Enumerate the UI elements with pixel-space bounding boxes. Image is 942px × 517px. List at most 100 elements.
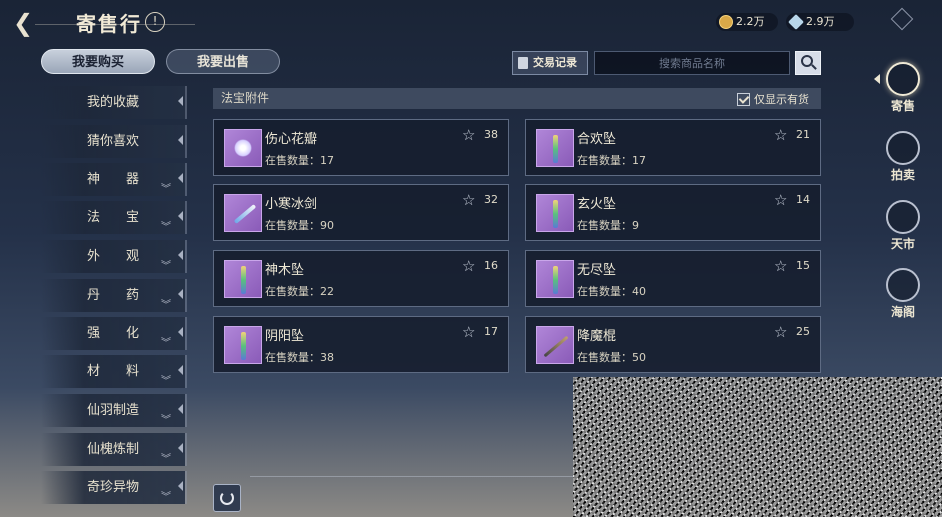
sidebar-item-label: 材 料	[87, 364, 140, 379]
sword-icon	[233, 204, 257, 224]
star-icon[interactable]: ☆	[774, 126, 787, 144]
pointer-icon	[178, 250, 183, 260]
favorite-count: 16	[484, 259, 498, 272]
item-thumbnail	[224, 260, 262, 298]
divider	[250, 476, 580, 477]
sidebar-item-enhance[interactable]: 强 化 ︾	[41, 317, 187, 350]
pendant-icon	[241, 266, 246, 294]
item-thumbnail	[536, 260, 574, 298]
pointer-icon	[178, 404, 183, 414]
star-icon[interactable]: ☆	[462, 126, 475, 144]
search-button[interactable]	[795, 51, 821, 75]
sidebar-item-appearance[interactable]: 外 观 ︾	[41, 240, 187, 273]
nav-sky-market[interactable]: 天市	[883, 200, 923, 252]
item-card[interactable]: 神木坠 在售数量：22 ☆ 16	[213, 250, 509, 307]
rabbit-emblem-icon	[886, 62, 920, 96]
gold-coin-icon	[719, 15, 733, 29]
item-qty: 在售数量：90	[265, 219, 334, 232]
item-qty: 在售数量：50	[577, 351, 646, 364]
trade-log-button[interactable]: 交易记录	[512, 51, 588, 75]
favorite-count: 38	[484, 128, 498, 141]
item-name: 玄火坠	[577, 197, 617, 212]
sidebar-item-treasures[interactable]: 法 宝 ︾	[41, 201, 187, 234]
item-qty: 在售数量：22	[265, 285, 334, 298]
page-title: 寄售行	[76, 12, 142, 36]
pointer-icon	[178, 211, 183, 221]
sidebar-item-artifacts[interactable]: 神 器 ︾	[41, 163, 187, 196]
pointer-icon	[178, 365, 183, 375]
star-icon[interactable]: ☆	[774, 191, 787, 209]
star-icon[interactable]: ☆	[774, 257, 787, 275]
item-name: 合欢坠	[577, 132, 617, 147]
sidebar-item-label: 仙羽制造	[87, 403, 140, 418]
gold-currency: 2.2万	[716, 13, 778, 31]
star-icon[interactable]: ☆	[462, 191, 475, 209]
pointer-icon	[178, 173, 183, 183]
section-header: 法宝附件	[213, 88, 821, 109]
flower-petal-icon	[234, 139, 252, 157]
sidebar-item-refining[interactable]: 仙槐炼制 ︾	[41, 433, 187, 466]
item-thumbnail	[224, 326, 262, 364]
item-card[interactable]: 降魔棍 在售数量：50 ☆ 25	[525, 316, 821, 373]
item-thumbnail	[224, 194, 262, 232]
gem-currency-value: 2.9万	[806, 15, 835, 28]
stock-only-toggle[interactable]: 仅显示有货	[737, 91, 809, 107]
pointer-icon	[178, 96, 183, 106]
nav-consignment[interactable]: 寄售	[874, 62, 923, 114]
favorite-count: 14	[796, 193, 810, 206]
pointer-icon	[178, 481, 183, 491]
item-card[interactable]: 阴阳坠 在售数量：38 ☆ 17	[213, 316, 509, 373]
item-name: 伤心花瓣	[265, 132, 318, 147]
sidebar-item-label: 丹 药	[87, 288, 140, 303]
item-name: 神木坠	[265, 263, 305, 278]
refresh-button[interactable]	[213, 484, 241, 512]
market-emblem-icon	[886, 200, 920, 234]
favorite-count: 15	[796, 259, 810, 272]
item-qty: 在售数量：17	[577, 154, 646, 167]
item-card[interactable]: 伤心花瓣 在售数量：17 ☆ 38	[213, 119, 509, 176]
sidebar-item-rare-items[interactable]: 奇珍异物 ︾	[41, 471, 187, 504]
info-icon[interactable]: !	[145, 12, 165, 32]
star-icon[interactable]: ☆	[462, 257, 475, 275]
sidebar-item-wing-crafting[interactable]: 仙羽制造 ︾	[41, 394, 187, 427]
star-icon[interactable]: ☆	[774, 323, 787, 341]
sidebar-item-label: 我的收藏	[87, 95, 140, 110]
tab-sell[interactable]: 我要出售	[166, 49, 280, 74]
sidebar-item-materials[interactable]: 材 料 ︾	[41, 355, 187, 388]
item-thumbnail	[224, 129, 262, 167]
search-input[interactable]	[594, 51, 790, 75]
item-card[interactable]: 无尽坠 在售数量：40 ☆ 15	[525, 250, 821, 307]
sidebar-item-label: 法 宝	[87, 210, 140, 225]
favorite-count: 21	[796, 128, 810, 141]
back-arrow-icon: ❮	[12, 9, 34, 37]
nav-sea-pavilion[interactable]: 海阁	[883, 268, 923, 320]
star-icon[interactable]: ☆	[462, 323, 475, 341]
item-card[interactable]: 小寒冰剑 在售数量：90 ☆ 32	[213, 184, 509, 241]
gem-icon	[788, 14, 804, 30]
nav-label: 天市	[890, 237, 915, 251]
pendant-icon	[553, 200, 558, 228]
obscured-overlay	[573, 377, 942, 517]
nav-auction[interactable]: 拍卖	[883, 131, 923, 183]
tab-buy[interactable]: 我要购买	[41, 49, 155, 74]
sidebar-item-favorites[interactable]: 我的收藏	[41, 86, 187, 119]
favorite-count: 32	[484, 193, 498, 206]
active-pointer-icon	[874, 74, 880, 84]
pendant-icon	[553, 266, 558, 294]
item-name: 小寒冰剑	[265, 197, 318, 212]
item-name: 无尽坠	[577, 263, 617, 278]
item-thumbnail	[536, 326, 574, 364]
menu-diamond-icon[interactable]	[890, 7, 914, 31]
sidebar-item-recommended[interactable]: 猜你喜欢	[41, 125, 187, 158]
back-button[interactable]: ❮	[8, 8, 38, 38]
pointer-icon	[178, 289, 183, 299]
item-card[interactable]: 玄火坠 在售数量：9 ☆ 14	[525, 184, 821, 241]
item-card[interactable]: 合欢坠 在售数量：17 ☆ 21	[525, 119, 821, 176]
sidebar-item-label: 猜你喜欢	[87, 134, 140, 149]
nav-label: 海阁	[890, 305, 915, 319]
item-qty: 在售数量：17	[265, 154, 334, 167]
item-thumbnail	[536, 194, 574, 232]
sidebar-item-pills[interactable]: 丹 药 ︾	[41, 279, 187, 312]
item-name: 降魔棍	[577, 329, 617, 344]
checkbox-checked-icon[interactable]	[737, 92, 750, 106]
